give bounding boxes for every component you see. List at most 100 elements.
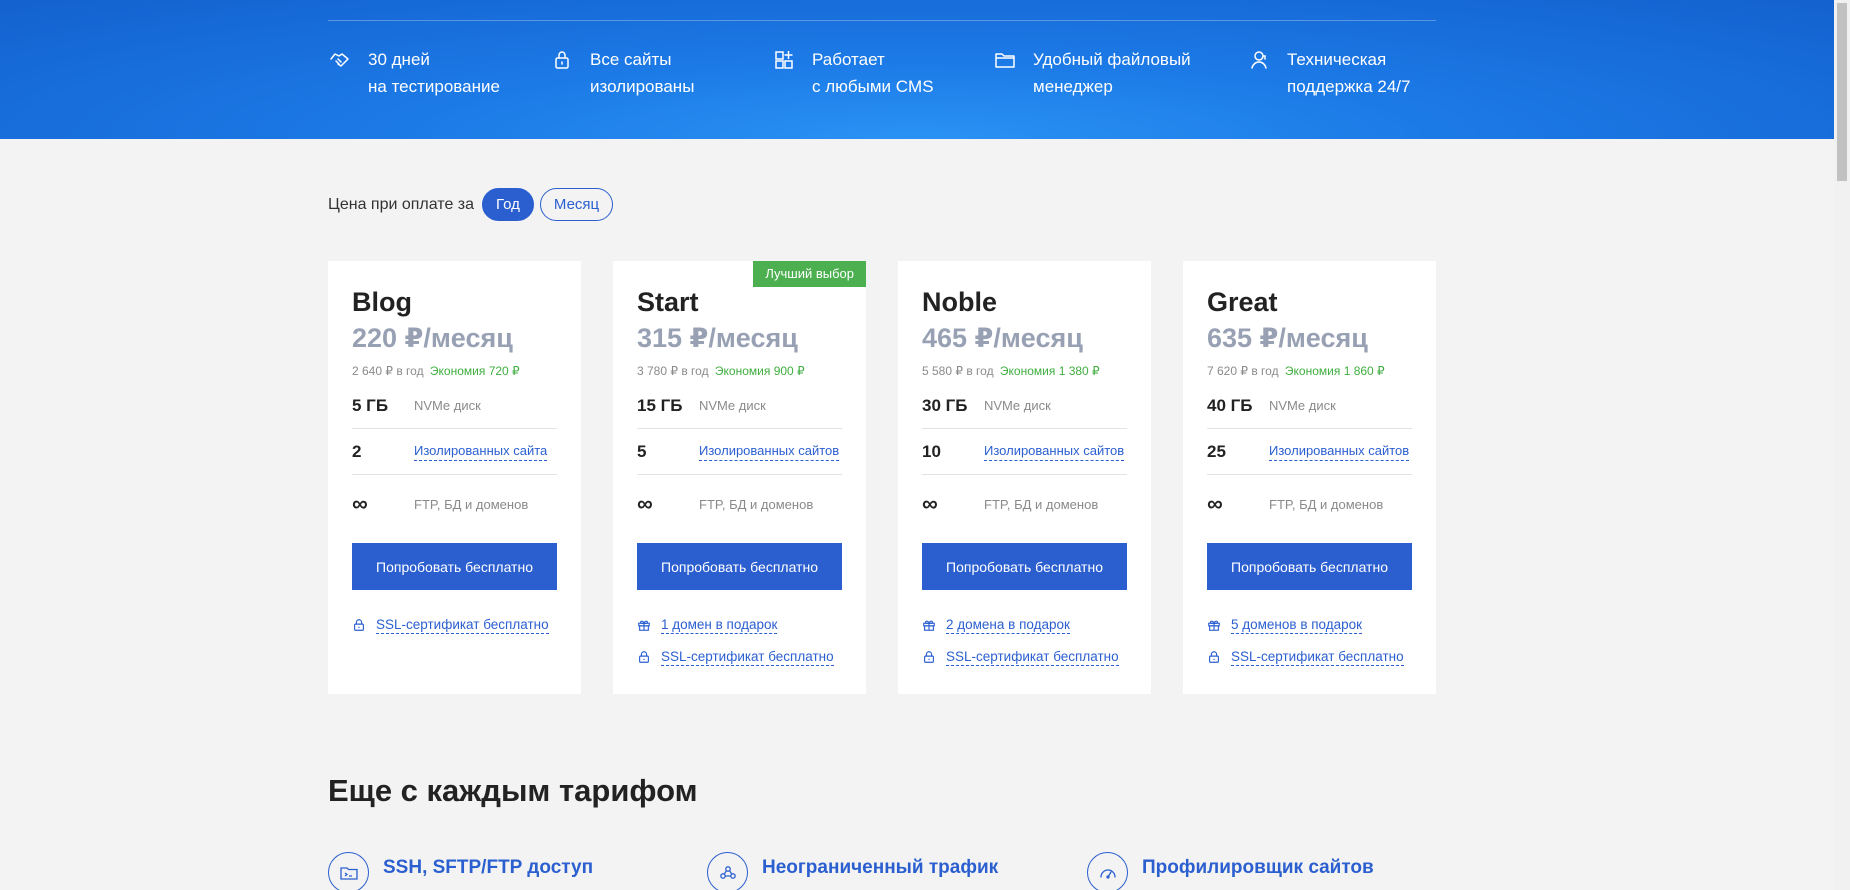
plan-price: 315 ₽/месяц <box>637 323 798 353</box>
feature-file-manager: Удобный файловый менеджер <box>993 46 1191 100</box>
extra-ssl[interactable]: SSL-сертификат бесплатно <box>637 647 834 667</box>
plan-year-price: 3 780 ₽ в год Экономия 900 ₽ <box>637 364 805 378</box>
lock-icon <box>555 51 569 69</box>
hero-banner: 30 дней на тестирование Все сайты изолиров… <box>0 0 1834 139</box>
plan-name: Great <box>1207 287 1278 317</box>
extra-domain-gift[interactable]: 1 домен в подарок <box>637 615 778 635</box>
extra-text[interactable]: 2 домена в подарок <box>946 617 1070 634</box>
ftp-label: FTP, БД и доменов <box>414 496 529 512</box>
ftp-value: ∞ <box>352 491 368 516</box>
plan-name: Noble <box>922 287 998 317</box>
spec-row-disk: 15 ГБ NVMe диск <box>637 383 842 429</box>
ftp-label: FTP, БД и доменов <box>1269 496 1384 512</box>
try-free-button[interactable]: Попробовать бесплатно <box>922 543 1127 590</box>
disk-label: NVMe диск <box>414 398 481 413</box>
feature-support: Техническая поддержка 24/7 <box>1247 46 1410 100</box>
ftp-label: FTP, БД и доменов <box>699 496 814 512</box>
disk-value: 30 ГБ <box>922 395 968 415</box>
plan-year-total: 3 780 ₽ в год <box>637 364 709 378</box>
spec-row-ftp: ∞ FTP, БД и доменов <box>922 481 1127 527</box>
disk-label: NVMe диск <box>984 398 1051 413</box>
try-free-button[interactable]: Попробовать бесплатно <box>1207 543 1412 590</box>
perk-icon-circle <box>1087 852 1128 890</box>
plan-card-great: Great 635 ₽/месяц 7 620 ₽ в год Экономия… <box>1183 261 1436 694</box>
extra-ssl[interactable]: SSL-сертификат бесплатно <box>352 615 549 635</box>
plan-savings: Экономия 1 380 ₽ <box>999 364 1100 378</box>
gift-icon <box>638 620 650 631</box>
extra-text[interactable]: 5 доменов в подарок <box>1231 617 1363 634</box>
plan-year-total: 2 640 ₽ в год <box>352 364 424 378</box>
sites-value: 10 <box>922 441 941 461</box>
feature-line-2: менеджер <box>1033 77 1113 96</box>
sites-value: 2 <box>352 441 362 461</box>
extra-text[interactable]: SSL-сертификат бесплатно <box>1231 649 1404 666</box>
perk-icon-circle <box>328 852 369 890</box>
lock-icon <box>924 651 934 663</box>
billing-period-toggle: Цена при оплате за Год Месяц <box>328 188 619 221</box>
plan-savings: Экономия 720 ₽ <box>429 364 520 378</box>
feature-line-1: Все сайты <box>590 50 672 69</box>
perk-traffic: Неограниченный трафик <box>707 852 998 890</box>
blocks-icon <box>775 51 793 69</box>
lock-icon <box>354 619 364 631</box>
spec-row-sites: 10 Изолированных сайтов <box>922 429 1127 475</box>
plan-savings: Экономия 900 ₽ <box>714 364 805 378</box>
sites-label-link[interactable]: Изолированных сайтов <box>1269 443 1410 461</box>
plan-savings: Экономия 1 860 ₽ <box>1284 364 1385 378</box>
hero-divider <box>328 20 1436 21</box>
sites-label-link[interactable]: Изолированных сайтов <box>984 443 1125 461</box>
extra-domain-gift[interactable]: 2 домена в подарок <box>922 615 1070 635</box>
folder-icon <box>995 53 1015 68</box>
disk-value: 15 ГБ <box>637 395 683 415</box>
billing-option-year[interactable]: Год <box>482 188 534 221</box>
feature-line-2: изолированы <box>590 77 695 96</box>
plan-year-total: 5 580 ₽ в год <box>922 364 994 378</box>
perk-text: Неограниченный трафик <box>762 856 999 878</box>
feature-line-1: Техническая <box>1287 50 1387 69</box>
plan-card-noble: Noble 465 ₽/месяц 5 580 ₽ в год Экономия… <box>898 261 1151 694</box>
spec-row-ftp: ∞ FTP, БД и доменов <box>352 481 557 527</box>
spec-row-sites: 5 Изолированных сайтов <box>637 429 842 475</box>
feature-line-1: Удобный файловый <box>1033 50 1191 69</box>
plan-name: Start <box>637 287 699 317</box>
support-person-icon <box>1251 51 1267 69</box>
billing-label: Цена при оплате за <box>328 195 475 213</box>
perk-text: SSH, SFTP/FTP доступ <box>383 856 594 878</box>
scrollbar-thumb[interactable] <box>1837 3 1847 181</box>
sites-value: 5 <box>637 441 647 461</box>
extra-text[interactable]: 1 домен в подарок <box>661 617 778 634</box>
lock-icon <box>639 651 649 663</box>
extra-text[interactable]: SSL-сертификат бесплатно <box>376 617 549 634</box>
feature-trial: 30 дней на тестирование <box>328 46 500 100</box>
disk-label: NVMe диск <box>1269 398 1336 413</box>
disk-label: NVMe диск <box>699 398 766 413</box>
extra-text[interactable]: SSL-сертификат бесплатно <box>661 649 834 666</box>
sites-label-link[interactable]: Изолированных сайта <box>414 443 548 461</box>
page-scrollbar[interactable] <box>1834 0 1850 890</box>
handshake-icon <box>330 53 349 67</box>
best-choice-badge: Лучший выбор <box>753 261 866 287</box>
gift-icon <box>1208 620 1220 631</box>
sites-label-link[interactable]: Изолированных сайтов <box>699 443 840 461</box>
feature-line-2: поддержка 24/7 <box>1287 77 1411 96</box>
section-title: Еще с каждым тарифом <box>328 773 698 808</box>
try-free-button[interactable]: Попробовать бесплатно <box>352 543 557 590</box>
feature-line-2: на тестирование <box>368 77 500 96</box>
plan-year-price: 5 580 ₽ в год Экономия 1 380 ₽ <box>922 364 1100 378</box>
extra-ssl[interactable]: SSL-сертификат бесплатно <box>1207 647 1404 667</box>
spec-row-disk: 30 ГБ NVMe диск <box>922 383 1127 429</box>
extra-domain-gift[interactable]: 5 доменов в подарок <box>1207 615 1363 635</box>
disk-value: 40 ГБ <box>1207 395 1253 415</box>
extra-text[interactable]: SSL-сертификат бесплатно <box>946 649 1119 666</box>
try-free-button[interactable]: Попробовать бесплатно <box>637 543 842 590</box>
plan-year-total: 7 620 ₽ в год <box>1207 364 1279 378</box>
spec-row-ftp: ∞ FTP, БД и доменов <box>637 481 842 527</box>
sites-value: 25 <box>1207 441 1226 461</box>
ftp-value: ∞ <box>1207 491 1223 516</box>
lock-icon <box>1209 651 1219 663</box>
disk-value: 5 ГБ <box>352 395 389 415</box>
perk-text: Профилировщик сайтов <box>1142 856 1374 878</box>
spec-row-ftp: ∞ FTP, БД и доменов <box>1207 481 1412 527</box>
extra-ssl[interactable]: SSL-сертификат бесплатно <box>922 647 1119 667</box>
billing-option-month[interactable]: Месяц <box>539 188 614 221</box>
